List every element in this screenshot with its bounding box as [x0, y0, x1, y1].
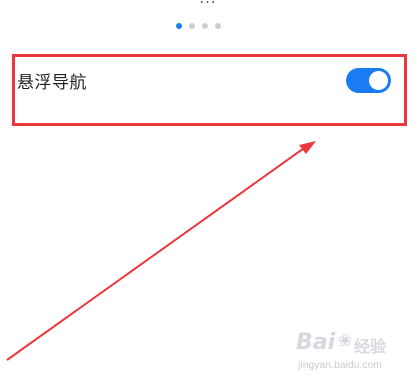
- arrow-head: [299, 141, 316, 154]
- watermark-url: jingyan.baidu.com: [298, 360, 383, 371]
- arrow-shaft: [6, 145, 308, 361]
- baidu-jingyan-watermark: Bai ❀ 经验 jingyan.baidu.com: [296, 330, 408, 374]
- watermark-logo-cn: 经验: [354, 337, 387, 356]
- annotation-arrow: [6, 141, 316, 361]
- watermark-logo-text: Bai: [296, 330, 336, 355]
